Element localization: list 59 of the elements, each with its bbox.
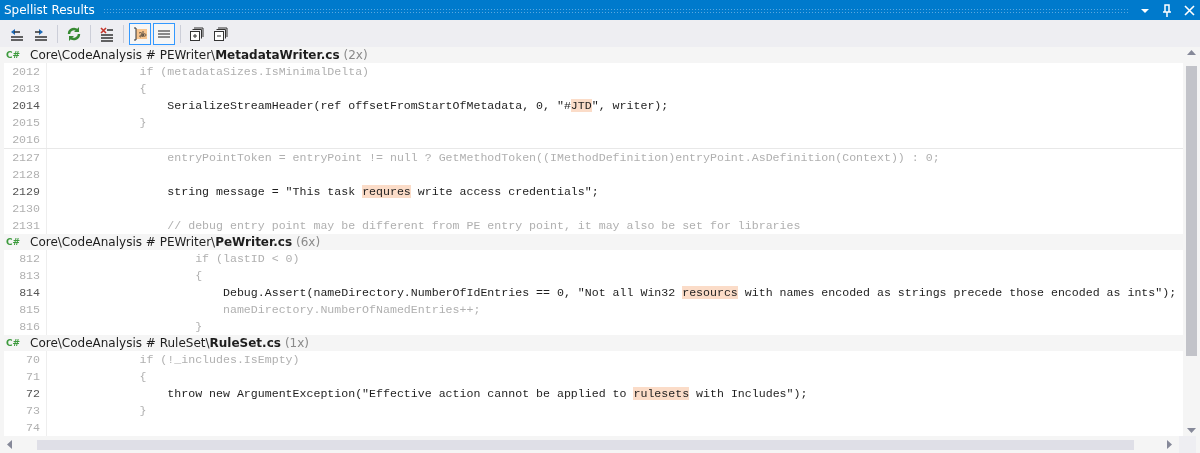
window-title: Spellist Results [4,3,95,17]
match-count: (1x) [284,336,309,350]
file-path: Core\CodeAnalysis # PEWriter\ [30,235,216,249]
expand-icon [189,25,205,42]
line-number: 2012 [4,63,47,80]
code-line: if (metadataSizes.IsMinimalDelta) [138,65,370,78]
code-line: throw new ArgumentException("Effective action cannot be applied to rulesets with Includes"); [166,387,808,400]
line-number: 70 [4,351,47,368]
code-line: { [138,82,147,95]
match-count: (2x) [343,48,368,62]
close-icon [1182,3,1196,17]
code-line: } [194,320,203,333]
line-number: 814 [4,284,47,301]
code-line: if (lastID < 0) [194,252,300,265]
line-number: 73 [4,402,47,419]
clear-list-icon [99,25,115,42]
language-label: C# [6,237,20,247]
refresh-icon [66,25,82,42]
line-number: 2127 [4,149,47,166]
code-line: } [138,116,147,129]
code-line: SerializeStreamHeader(ref offsetFromStartOfMetadata, 0, "#JTD", writer); [166,99,669,112]
code-line: if (!_includes.IsEmpty) [138,353,300,366]
code-line: } [138,404,147,417]
line-number: 2130 [4,200,47,217]
file-name: PeWriter.cs [215,235,293,249]
lines-toggle[interactable] [153,22,175,45]
line-number: 2129 [4,183,47,200]
line-number: 2013 [4,80,47,97]
file-path: Core\CodeAnalysis # RuleSet\ [30,336,210,350]
code-line: Debug.Assert(nameDirectory.NumberOfIdEntries == 0, "Not all Win32 resourcs with names encoded as strings precede those encoded as ints"); [221,286,1177,299]
line-number: 813 [4,267,47,284]
line-number: 71 [4,368,47,385]
scroll-right-icon [1164,439,1175,450]
code-line: nameDirectory.NumberOfNamedEntries++; [221,303,481,316]
match-count: (6x) [296,235,321,249]
pin-button[interactable] [1160,3,1174,17]
line-number: 2014 [4,97,47,114]
text-highlight-icon [132,25,148,42]
file-path: Core\CodeAnalysis # PEWriter\ [30,48,216,62]
language-label: C# [6,50,20,60]
scroll-left-icon [4,439,15,450]
collapse-icon [213,25,229,42]
code-line: // debug entry point may be different from PE entry point, it may also be set for libraries [166,219,801,232]
pin-icon [1160,3,1174,17]
line-number: 815 [4,301,47,318]
code-line: entryPointToken = entryPoint != null ? GetMethodToken((IMethodDefinition)entryPoint.AsDefinition(Context)) : 0; [166,151,940,164]
line-number: 74 [4,419,47,436]
line-number: 812 [4,250,47,267]
language-label: C# [6,338,20,348]
file-name: RuleSet.cs [209,336,281,350]
highlight-toggle[interactable] [129,22,151,45]
code-line: { [194,269,203,282]
line-number: 2015 [4,114,47,131]
file-name: MetadataWriter.cs [215,48,340,62]
close-button[interactable] [1182,3,1196,17]
line-number: 72 [4,385,47,402]
line-number: 2128 [4,166,47,183]
code-line: string message = "This task requres write access credentials"; [166,185,599,198]
code-line: { [138,370,147,383]
